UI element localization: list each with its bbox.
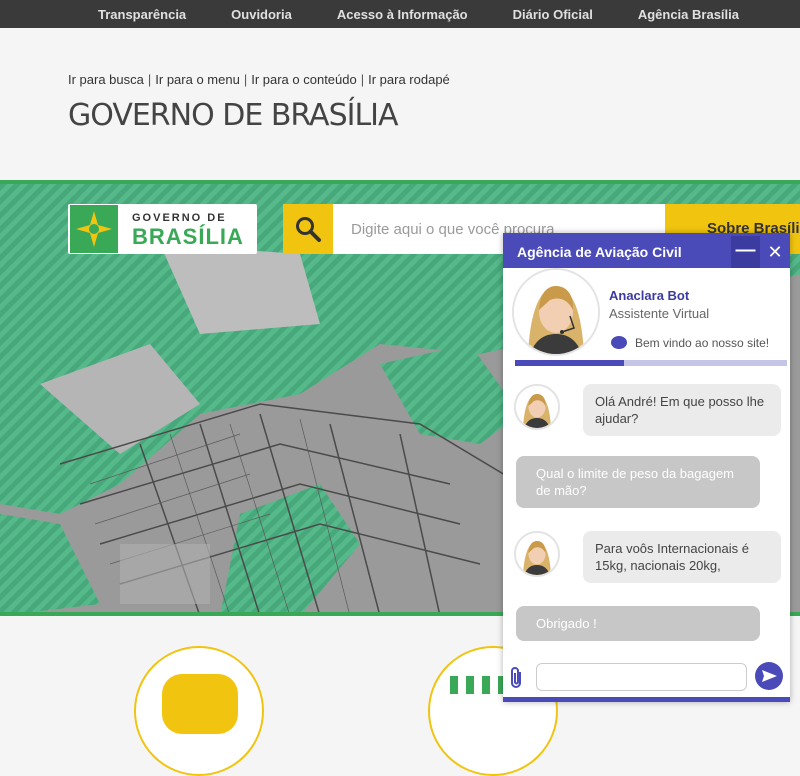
logo-text-line1: GOVERNO DE (132, 212, 227, 224)
logo-text-line2: BRASÍLIA (132, 224, 244, 249)
send-button[interactable] (755, 662, 783, 690)
bot-message-avatar (514, 384, 560, 430)
skip-to-content-link[interactable]: Ir para o conteúdo (251, 72, 357, 87)
welcome-message: Bem vindo ao nosso site! (611, 336, 769, 350)
brasilia-emblem-icon (70, 205, 118, 253)
bot-message: Olá André! Em que posso lhe ajudar? (583, 384, 781, 436)
skip-to-footer-link[interactable]: Ir para rodapé (368, 72, 450, 87)
bot-avatar (512, 268, 600, 356)
search-button[interactable] (283, 204, 333, 254)
page-title: GOVERNO DE BRASÍLIA (68, 98, 399, 133)
bot-message: Para voôs Internacionais é 15kg, naciona… (583, 531, 781, 583)
skip-to-menu-link[interactable]: Ir para o menu (155, 72, 240, 87)
feature-illustration-left (162, 674, 238, 734)
top-navigation-bar: Transparência Ouvidoria Acesso à Informa… (0, 0, 800, 28)
nav-link-agencia-brasilia[interactable]: Agência Brasília (638, 7, 739, 22)
separator: | (360, 72, 365, 87)
welcome-text: Bem vindo ao nosso site! (635, 336, 770, 350)
feature-illustration-right (450, 676, 506, 694)
skip-to-search-link[interactable]: Ir para busca (68, 72, 144, 87)
chat-title: Agência de Aviação Civil (517, 244, 682, 260)
nav-link-diario-oficial[interactable]: Diário Oficial (513, 7, 593, 22)
attachment-icon[interactable] (509, 666, 529, 690)
nav-link-acesso-informacao[interactable]: Acesso à Informação (337, 7, 468, 22)
skip-links: Ir para busca | Ir para o menu | Ir para o c… (68, 72, 450, 87)
chat-input-row (503, 660, 790, 698)
chat-header: Agência de Aviação Civil — ✕ (503, 236, 790, 268)
feature-circle-left[interactable] (134, 646, 264, 776)
user-message: Qual o limite de peso da bagagem de mão? (516, 456, 760, 508)
bot-profile: Anaclara Bot Assistente Virtual Bem vind… (503, 268, 790, 370)
message-list: Olá André! Em que posso lhe ajudar? Qual… (503, 374, 790, 658)
nav-link-ouvidoria[interactable]: Ouvidoria (231, 7, 292, 22)
close-button[interactable]: ✕ (760, 236, 790, 268)
bot-message-avatar (514, 531, 560, 577)
user-message: Obrigado ! (516, 606, 760, 641)
progress-fill (515, 360, 624, 366)
speech-bubble-icon (611, 336, 627, 349)
nav-link-transparencia[interactable]: Transparência (98, 7, 186, 22)
bot-name: Anaclara Bot (609, 288, 690, 303)
bot-role: Assistente Virtual (609, 306, 710, 321)
chat-widget: Agência de Aviação Civil — ✕ Anaclara Bo… (503, 233, 790, 702)
chat-progress-bar (515, 360, 787, 366)
separator: | (243, 72, 248, 87)
governo-brasilia-logo[interactable]: GOVERNO DE BRASÍLIA (68, 204, 257, 254)
send-icon (762, 670, 777, 682)
chat-footer-bar (503, 697, 790, 702)
search-icon (296, 217, 321, 242)
chat-message-input[interactable] (536, 663, 747, 691)
separator: | (147, 72, 152, 87)
minimize-button[interactable]: — (731, 236, 760, 268)
